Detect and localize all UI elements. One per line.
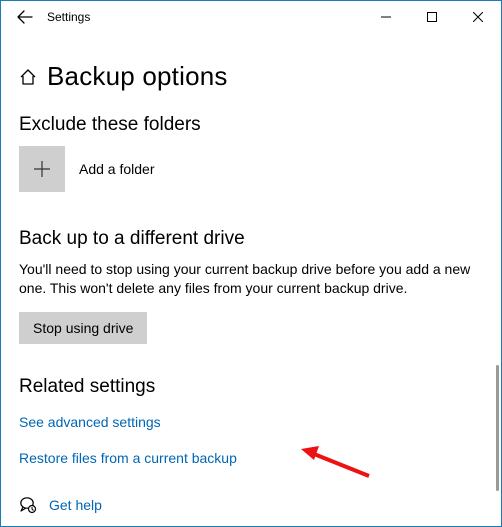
restore-files-link[interactable]: Restore files from a current backup xyxy=(19,450,237,466)
home-icon[interactable] xyxy=(19,68,37,86)
content-area: Backup options Exclude these folders Add… xyxy=(1,33,501,514)
exclude-heading: Exclude these folders xyxy=(19,114,483,136)
maximize-icon xyxy=(427,12,437,22)
help-icon xyxy=(19,496,37,514)
different-drive-description: You'll need to stop using your current b… xyxy=(19,260,483,298)
maximize-button[interactable] xyxy=(409,1,455,33)
add-folder-tile[interactable] xyxy=(19,146,65,192)
page-title: Backup options xyxy=(47,61,228,92)
back-arrow-icon xyxy=(17,9,33,25)
window-controls xyxy=(363,1,501,33)
stop-using-drive-button[interactable]: Stop using drive xyxy=(19,312,147,344)
get-help-link[interactable]: Get help xyxy=(49,497,102,513)
titlebar: Settings xyxy=(1,1,501,33)
close-button[interactable] xyxy=(455,1,501,33)
different-drive-heading: Back up to a different drive xyxy=(19,228,483,250)
minimize-icon xyxy=(381,12,391,22)
scrollbar[interactable] xyxy=(496,365,499,491)
related-settings-heading: Related settings xyxy=(19,376,483,398)
window-title: Settings xyxy=(41,10,363,24)
get-help-row[interactable]: Get help xyxy=(19,496,483,514)
add-folder-row[interactable]: Add a folder xyxy=(19,146,483,192)
close-icon xyxy=(473,12,483,22)
add-folder-label: Add a folder xyxy=(79,161,155,177)
back-button[interactable] xyxy=(9,9,41,25)
plus-icon xyxy=(32,159,52,179)
page-header: Backup options xyxy=(19,61,483,92)
see-advanced-settings-link[interactable]: See advanced settings xyxy=(19,414,161,430)
minimize-button[interactable] xyxy=(363,1,409,33)
